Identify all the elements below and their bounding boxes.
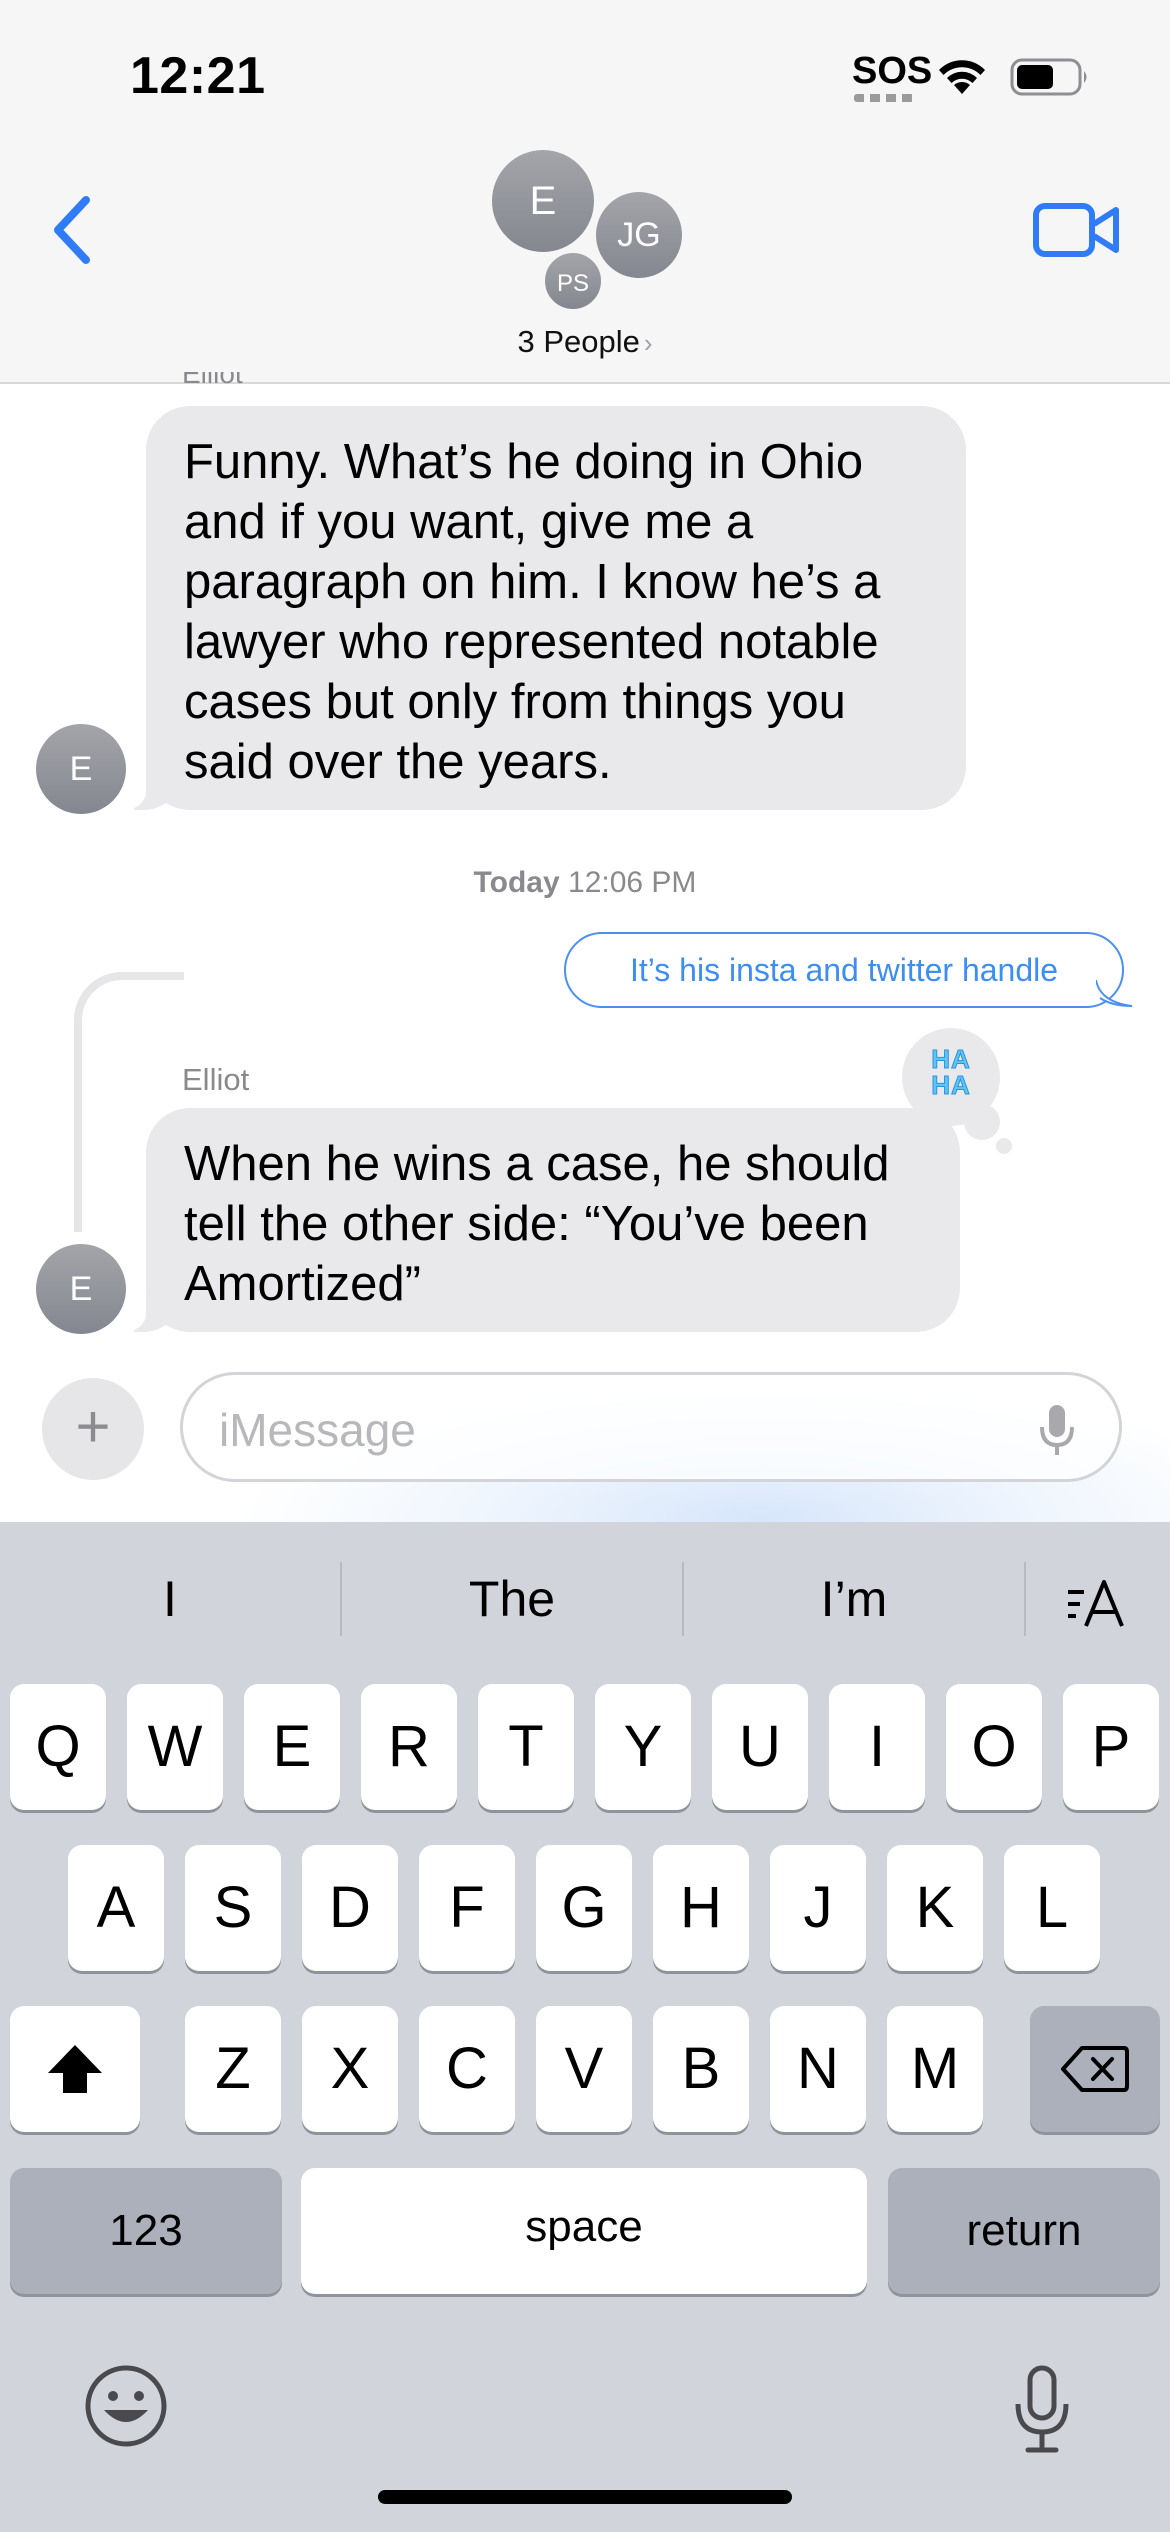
key-y[interactable]: Y [595, 1684, 691, 1810]
shift-key[interactable] [10, 2006, 140, 2132]
microphone-icon[interactable] [1037, 1403, 1077, 1459]
avatar[interactable]: E [36, 724, 126, 814]
microphone-icon[interactable] [1010, 2364, 1074, 2456]
message-line: lawyer who represented notable [184, 615, 879, 669]
key-a[interactable]: A [68, 1845, 164, 1971]
timestamp-time: 12:06 PM [568, 866, 697, 899]
quicktype-bar: I The I’m [0, 1522, 1170, 1676]
message-line: cases but only from things you [184, 675, 846, 729]
key-o[interactable]: O [946, 1684, 1042, 1810]
key-w[interactable]: W [127, 1684, 223, 1810]
sos-indicator: SOS [852, 50, 933, 92]
people-label: 3 People [517, 324, 640, 359]
message-line: and if you want, give me a [184, 495, 754, 549]
key-q[interactable]: Q [10, 1684, 106, 1810]
key-n[interactable]: N [770, 2006, 866, 2132]
suggestion-item[interactable]: I’m [684, 1570, 1024, 1628]
message-line: Funny. What’s he doing in Ohio [184, 435, 864, 489]
key-r[interactable]: R [361, 1684, 457, 1810]
chevron-right-icon: › [643, 328, 653, 358]
key-v[interactable]: V [536, 2006, 632, 2132]
key-h[interactable]: H [653, 1845, 749, 1971]
suggestion-item[interactable]: The [342, 1570, 682, 1628]
home-indicator[interactable] [378, 2490, 792, 2504]
group-details-link[interactable]: 3 People › [0, 324, 1170, 360]
sender-name: Elliot [182, 1062, 250, 1097]
divider [1024, 1562, 1026, 1636]
message-line: Amortized” [184, 1257, 421, 1311]
message-placeholder: iMessage [219, 1404, 416, 1456]
sender-name: Elliot [182, 372, 243, 386]
message-composer: + iMessage [0, 1344, 1170, 1522]
signal-dots [854, 94, 914, 102]
key-d[interactable]: D [302, 1845, 398, 1971]
key-t[interactable]: T [478, 1684, 574, 1810]
key-z[interactable]: Z [185, 2006, 281, 2132]
incoming-message-bubble[interactable]: When he wins a case, he should tell the … [122, 1108, 960, 1332]
numbers-key[interactable]: 123 [10, 2168, 282, 2294]
message-line: paragraph on him. I know he’s a [184, 555, 881, 609]
key-j[interactable]: J [770, 1845, 866, 1971]
wifi-icon [939, 60, 985, 94]
avatar[interactable]: PS [542, 250, 604, 312]
key-p[interactable]: P [1063, 1684, 1159, 1810]
message-line: said over the years. [184, 735, 612, 789]
chevron-left-icon[interactable] [44, 190, 104, 270]
add-attachment-button[interactable]: + [42, 1378, 144, 1480]
outgoing-reply-bubble[interactable]: It’s his insta and twitter handle [564, 932, 1124, 1008]
status-time: 12:21 [130, 47, 266, 105]
avatar[interactable]: JG [596, 192, 682, 278]
emoji-icon[interactable] [82, 2362, 170, 2450]
key-g[interactable]: G [536, 1845, 632, 1971]
key-m[interactable]: M [887, 2006, 983, 2132]
tapback-tail [964, 1104, 1000, 1140]
key-x[interactable]: X [302, 2006, 398, 2132]
key-u[interactable]: U [712, 1684, 808, 1810]
message-line: tell the other side: “You’ve been [184, 1197, 869, 1251]
space-key[interactable]: space [301, 2168, 867, 2294]
video-camera-icon[interactable] [1032, 198, 1122, 262]
key-s[interactable]: S [185, 1845, 281, 1971]
avatar[interactable]: E [492, 150, 594, 252]
bubble-tail [1096, 980, 1133, 1007]
key-k[interactable]: K [887, 1845, 983, 1971]
key-i[interactable]: I [829, 1684, 925, 1810]
timestamp-day: Today [473, 866, 560, 899]
timestamp: Today 12:06 PM [0, 866, 1170, 900]
message-input[interactable]: iMessage [180, 1372, 1122, 1482]
suggestion-item[interactable]: I [0, 1570, 340, 1628]
battery-icon [1010, 58, 1087, 96]
keyboard: I The I’m Q W E R T Y U I O P A S D F G … [0, 1522, 1170, 2532]
text-format-icon[interactable] [1066, 1578, 1128, 1630]
conversation-header: E JG PS 3 People › [0, 140, 1170, 384]
key-b[interactable]: B [653, 2006, 749, 2132]
status-bar: 12:21 SOS [0, 0, 1170, 140]
haha-tapback-icon: HA HA [931, 1044, 971, 1100]
message-line: When he wins a case, he should [184, 1137, 890, 1191]
delete-icon [1061, 2046, 1129, 2092]
avatar[interactable]: E [36, 1244, 126, 1334]
delete-key[interactable] [1030, 2006, 1160, 2132]
shift-icon [48, 2045, 102, 2093]
key-e[interactable]: E [244, 1684, 340, 1810]
key-l[interactable]: L [1004, 1845, 1100, 1971]
incoming-message-bubble[interactable]: Funny. What’s he doing in Ohio and if yo… [122, 406, 966, 810]
tapback-tail [996, 1138, 1012, 1154]
return-key[interactable]: return [888, 2168, 1160, 2294]
key-c[interactable]: C [419, 2006, 515, 2132]
key-f[interactable]: F [419, 1845, 515, 1971]
